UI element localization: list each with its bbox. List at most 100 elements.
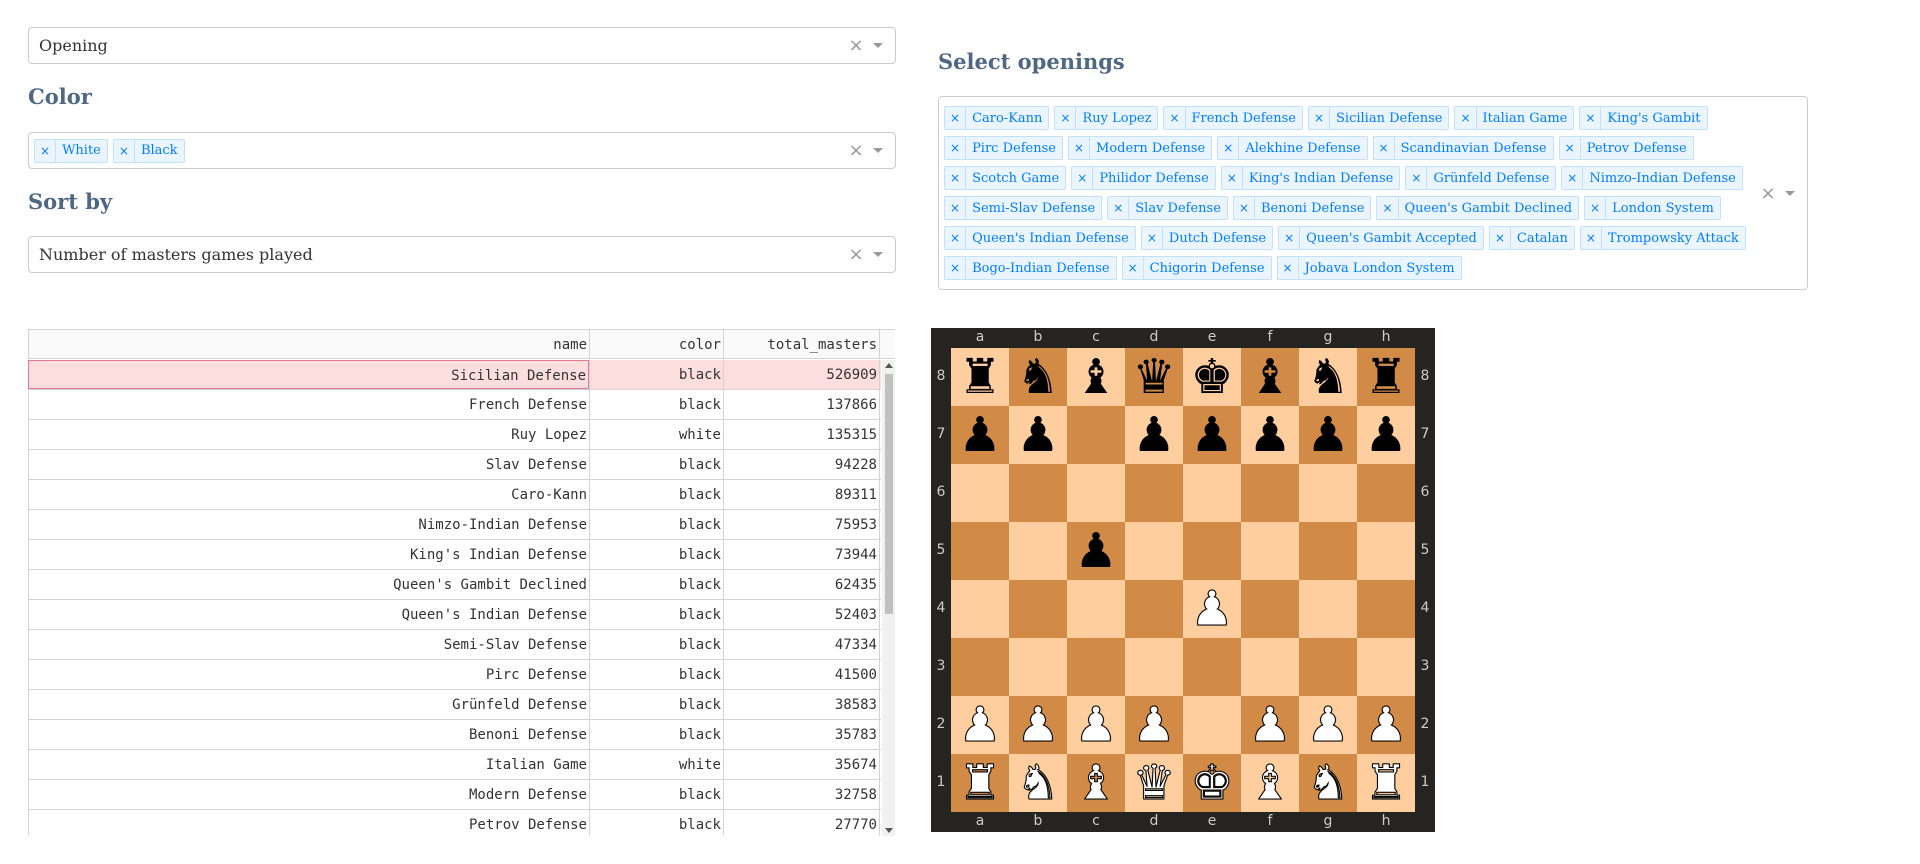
board-square-a5[interactable] <box>951 522 1009 580</box>
board-square-d4[interactable] <box>1125 580 1183 638</box>
black-pawn-icon[interactable]: ♟ <box>1364 406 1407 464</box>
black-pawn-icon[interactable]: ♟ <box>1074 522 1117 580</box>
board-square-e1[interactable]: ♚ <box>1183 754 1241 812</box>
remove-tag-icon[interactable]: × <box>1490 227 1511 249</box>
board-square-c4[interactable] <box>1067 580 1125 638</box>
black-pawn-icon[interactable]: ♟ <box>1132 406 1175 464</box>
table-cell-name[interactable]: Grünfeld Defense <box>28 690 589 719</box>
table-cell-color[interactable]: black <box>589 780 723 809</box>
remove-tag-icon[interactable]: × <box>1123 257 1144 279</box>
board-square-g5[interactable] <box>1299 522 1357 580</box>
table-row[interactable]: Slav Defense black 94228 <box>28 450 881 480</box>
remove-tag-icon[interactable]: × <box>945 227 967 249</box>
table-row[interactable]: Queen's Indian Defense black 52403 <box>28 600 881 630</box>
table-cell-total-masters[interactable]: 73944 <box>723 540 880 569</box>
table-row[interactable]: Modern Defense black 32758 <box>28 780 881 810</box>
table-row[interactable]: Semi-Slav Defense black 47334 <box>28 630 881 660</box>
board-square-d5[interactable] <box>1125 522 1183 580</box>
table-cell-color[interactable]: white <box>589 750 723 779</box>
board-square-c1[interactable]: ♝ <box>1067 754 1125 812</box>
white-pawn-icon[interactable]: ♟ <box>1016 696 1060 754</box>
table-cell-color[interactable]: black <box>589 600 723 629</box>
table-row[interactable]: Petrov Defense black 27770 <box>28 810 881 836</box>
board-square-f6[interactable] <box>1241 464 1299 522</box>
remove-tag-icon[interactable]: × <box>1108 197 1130 219</box>
board-square-b6[interactable] <box>1009 464 1067 522</box>
remove-tag-icon[interactable]: × <box>1279 227 1301 249</box>
board-square-b8[interactable]: ♞ <box>1009 348 1067 406</box>
board-square-c5[interactable]: ♟ <box>1067 522 1125 580</box>
table-cell-color[interactable]: black <box>589 390 723 419</box>
board-square-e4[interactable]: ♟ <box>1183 580 1241 638</box>
remove-tag-icon[interactable]: × <box>1164 107 1186 129</box>
table-row[interactable]: Grünfeld Defense black 38583 <box>28 690 881 720</box>
board-square-g2[interactable]: ♟ <box>1299 696 1357 754</box>
remove-tag-icon[interactable]: × <box>1278 257 1299 279</box>
remove-tag-icon[interactable]: × <box>1055 107 1077 129</box>
remove-tag-icon[interactable]: × <box>945 107 967 129</box>
remove-tag-icon[interactable]: × <box>1562 167 1584 189</box>
scroll-up-icon[interactable] <box>885 363 893 368</box>
table-cell-color[interactable]: black <box>589 660 723 689</box>
board-square-g1[interactable]: ♞ <box>1299 754 1357 812</box>
column-header-name[interactable]: name <box>28 330 589 358</box>
table-cell-name[interactable]: Pirc Defense <box>28 660 589 689</box>
remove-tag-icon[interactable]: × <box>1222 167 1243 189</box>
clear-icon[interactable]: × <box>847 244 865 265</box>
remove-tag-icon[interactable]: × <box>1234 197 1255 219</box>
black-queen-icon[interactable]: ♛ <box>1132 348 1175 406</box>
board-square-d3[interactable] <box>1125 638 1183 696</box>
board-square-a3[interactable] <box>951 638 1009 696</box>
board-square-d1[interactable]: ♛ <box>1125 754 1183 812</box>
board-square-h1[interactable]: ♜ <box>1357 754 1415 812</box>
table-row[interactable]: Benoni Defense black 35783 <box>28 720 881 750</box>
chevron-down-icon[interactable] <box>873 43 883 48</box>
table-row[interactable]: French Defense black 137866 <box>28 390 881 420</box>
table-cell-total-masters[interactable]: 41500 <box>723 660 880 689</box>
white-king-icon[interactable]: ♚ <box>1190 754 1234 812</box>
table-cell-name[interactable]: Benoni Defense <box>28 720 589 749</box>
white-bishop-icon[interactable]: ♝ <box>1074 754 1118 812</box>
table-cell-name[interactable]: Nimzo-Indian Defense <box>28 510 589 539</box>
board-square-b2[interactable]: ♟ <box>1009 696 1067 754</box>
remove-tag-icon[interactable]: × <box>1142 227 1163 249</box>
board-square-f7[interactable]: ♟ <box>1241 406 1299 464</box>
table-cell-total-masters[interactable]: 38583 <box>723 690 880 719</box>
board-square-c3[interactable] <box>1067 638 1125 696</box>
scroll-thumb[interactable] <box>885 374 893 614</box>
table-cell-total-masters[interactable]: 35783 <box>723 720 880 749</box>
chevron-down-icon[interactable] <box>873 252 883 257</box>
table-cell-name[interactable]: French Defense <box>28 390 589 419</box>
board-square-e7[interactable]: ♟ <box>1183 406 1241 464</box>
table-cell-color[interactable]: black <box>589 570 723 599</box>
remove-tag-icon[interactable]: × <box>1377 197 1399 219</box>
table-row[interactable]: Caro-Kann black 89311 <box>28 480 881 510</box>
board-square-a8[interactable]: ♜ <box>951 348 1009 406</box>
board-square-g7[interactable]: ♟ <box>1299 406 1357 464</box>
board-square-d7[interactable]: ♟ <box>1125 406 1183 464</box>
clear-icon[interactable]: × <box>847 35 865 56</box>
board-square-f2[interactable]: ♟ <box>1241 696 1299 754</box>
board-square-f8[interactable]: ♝ <box>1241 348 1299 406</box>
remove-tag-icon[interactable]: × <box>945 167 967 189</box>
black-king-icon[interactable]: ♚ <box>1190 348 1233 406</box>
board-square-h6[interactable] <box>1357 464 1415 522</box>
table-cell-name[interactable]: Modern Defense <box>28 780 589 809</box>
table-cell-color[interactable]: black <box>589 450 723 479</box>
board-square-f4[interactable] <box>1241 580 1299 638</box>
table-cell-color[interactable]: black <box>589 360 723 389</box>
white-rook-icon[interactable]: ♜ <box>1364 754 1408 812</box>
table-cell-total-masters[interactable]: 94228 <box>723 450 880 479</box>
board-square-a1[interactable]: ♜ <box>951 754 1009 812</box>
table-row[interactable]: Queen's Gambit Declined black 62435 <box>28 570 881 600</box>
column-header-total-masters[interactable]: total_masters <box>723 330 880 358</box>
table-cell-name[interactable]: Italian Game <box>28 750 589 779</box>
white-pawn-icon[interactable]: ♟ <box>958 696 1002 754</box>
remove-tag-icon[interactable]: × <box>1560 137 1581 159</box>
board-square-h4[interactable] <box>1357 580 1415 638</box>
board-square-a7[interactable]: ♟ <box>951 406 1009 464</box>
white-rook-icon[interactable]: ♜ <box>958 754 1002 812</box>
white-queen-icon[interactable]: ♛ <box>1132 754 1176 812</box>
board-square-e6[interactable] <box>1183 464 1241 522</box>
openings-dropdown[interactable]: × Caro-Kann × Ruy Lopez × French Defense × Sici… <box>938 96 1808 290</box>
